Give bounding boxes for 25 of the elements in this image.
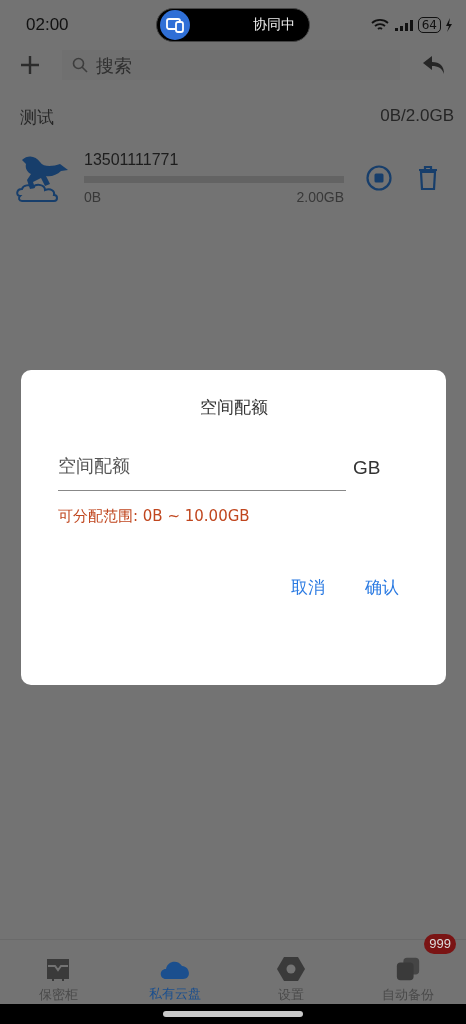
- group-name: 测试: [20, 106, 54, 129]
- delete-icon[interactable]: [418, 166, 438, 190]
- group-usage: 0B/2.0GB: [380, 106, 454, 127]
- dialog-button[interactable]: 确认: [355, 570, 409, 605]
- settings-icon: [277, 956, 306, 982]
- wifi-icon: [369, 18, 390, 32]
- stop-icon[interactable]: [366, 165, 392, 191]
- dialog-title: 空间配额: [199, 396, 268, 419]
- range-hint: 可分配范围: 0B ~ 10.00GB: [58, 507, 251, 526]
- cabinet-icon: [45, 956, 72, 982]
- nav-tab[interactable]: 私有云盘: [116, 956, 233, 1004]
- collaboration-pill[interactable]: 协同中: [156, 8, 310, 42]
- dialog-button[interactable]: 取消: [281, 570, 335, 605]
- count-badge: 999: [424, 934, 456, 954]
- charging-icon: [445, 18, 452, 32]
- battery-level: 64: [417, 17, 441, 33]
- back-icon[interactable]: [422, 55, 446, 75]
- devices-icon: [160, 10, 190, 40]
- quota-amount: 2.00GB: [296, 189, 344, 205]
- status-time: 02:00: [26, 15, 70, 35]
- add-icon[interactable]: [20, 55, 40, 75]
- unit-label: GB: [353, 457, 381, 479]
- used-amount: 0B: [84, 189, 102, 205]
- account-phone: 13501111771: [84, 151, 180, 169]
- signal-icon: [393, 18, 414, 32]
